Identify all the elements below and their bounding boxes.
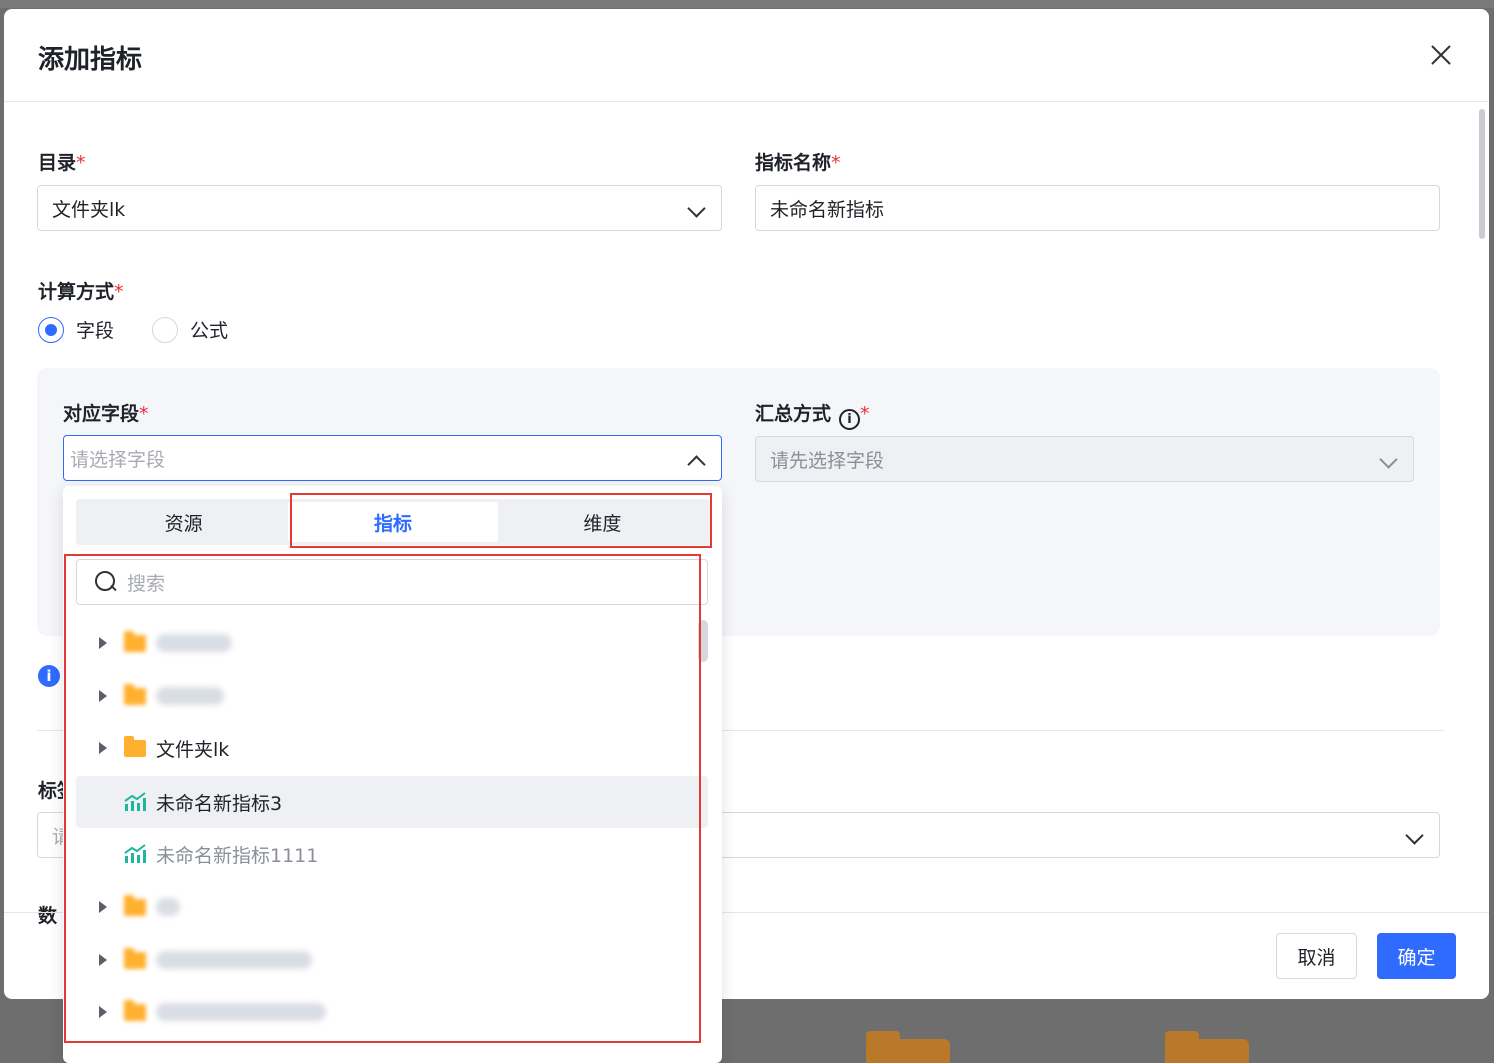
folder-icon	[124, 947, 146, 969]
radio-field-label[interactable]: 字段	[76, 316, 114, 343]
catalog-select[interactable]: 文件夹lk	[37, 185, 722, 231]
required-mark: *	[114, 281, 124, 303]
catalog-label-text: 目录	[38, 152, 77, 174]
aggregation-placeholder: 请先选择字段	[770, 449, 885, 472]
field-select[interactable]: 请选择字段	[63, 435, 722, 481]
chevron-down-icon	[1379, 450, 1398, 469]
field-dropdown: 资源 指标 维度 搜索 文件夹lk 未命名新指标3 未命名新指标1111	[63, 486, 722, 1063]
background-app	[0, 0, 1494, 8]
tree-metric-item[interactable]: 未命名新指标3	[76, 776, 708, 828]
metric-name-input[interactable]: 未命名新指标	[755, 185, 1440, 231]
metric-chart-icon	[124, 792, 146, 811]
search-input[interactable]: 搜索	[76, 559, 708, 605]
dialog-header: 添加指标	[4, 9, 1489, 102]
radio-formula[interactable]	[152, 316, 179, 343]
tree-folder-item[interactable]	[76, 617, 708, 669]
caret-right-icon[interactable]	[99, 690, 107, 702]
chevron-down-icon	[687, 199, 706, 218]
tree-item-label: 未命名新指标1111	[156, 844, 319, 867]
calc-method-label-text: 计算方式	[38, 281, 115, 303]
dialog-title: 添加指标	[38, 45, 143, 75]
tab-metric[interactable]: 指标	[288, 502, 498, 542]
folder-icon	[124, 999, 146, 1021]
caret-right-icon[interactable]	[99, 742, 107, 754]
metric-name-label-text: 指标名称	[755, 152, 832, 174]
folder-icon	[124, 683, 146, 705]
field-label: 对应字段*	[63, 399, 149, 426]
radio-field[interactable]	[38, 316, 64, 343]
catalog-label: 目录*	[38, 148, 86, 175]
metric-name-label: 指标名称*	[755, 148, 841, 175]
tree-item-label	[156, 898, 180, 916]
tree-folder-item[interactable]	[76, 670, 708, 722]
caret-right-icon[interactable]	[99, 901, 107, 913]
info-icon: i	[38, 665, 60, 687]
required-mark: *	[860, 403, 870, 425]
tree-item-label: 文件夹lk	[156, 738, 230, 761]
tree-folder-item[interactable]: 文件夹lk	[76, 722, 708, 774]
caret-right-icon[interactable]	[99, 637, 107, 649]
field-label-text: 对应字段	[63, 403, 140, 425]
ok-button[interactable]: 确定	[1377, 933, 1456, 979]
calc-method-radio-group: 字段 公式	[38, 316, 266, 343]
dialog-scrollbar[interactable]	[1479, 109, 1485, 239]
chevron-up-icon	[687, 455, 706, 474]
field-placeholder: 请选择字段	[70, 448, 166, 471]
chevron-down-icon	[1405, 826, 1424, 845]
folder-icon	[124, 630, 146, 652]
tree-metric-item: 未命名新指标1111	[76, 828, 708, 880]
tab-resource[interactable]: 资源	[79, 502, 288, 542]
tab-dimension[interactable]: 维度	[498, 502, 707, 542]
tree-folder-item[interactable]	[76, 881, 708, 933]
tree-item-label: 未命名新指标3	[156, 792, 283, 815]
caret-right-icon[interactable]	[99, 954, 107, 966]
info-icon[interactable]: i	[839, 409, 861, 430]
tree-item-label	[156, 634, 232, 652]
aggregation-label: 汇总方式 i *	[755, 399, 870, 430]
aggregation-select: 请先选择字段	[755, 436, 1414, 482]
close-icon[interactable]	[1427, 41, 1455, 69]
metric-chart-icon	[124, 844, 146, 863]
folder-icon	[124, 894, 146, 916]
required-mark: *	[139, 403, 149, 425]
background-folder-icon	[866, 1031, 950, 1063]
tree-item-label	[156, 951, 312, 969]
tree-folder-item[interactable]	[76, 934, 708, 986]
caret-right-icon[interactable]	[99, 1006, 107, 1018]
metric-name-value: 未命名新指标	[770, 198, 885, 221]
background-folder-icon	[1165, 1031, 1249, 1063]
tree-item-label	[156, 687, 224, 705]
folder-icon	[124, 735, 146, 757]
catalog-value: 文件夹lk	[52, 198, 126, 221]
tree-folder-item[interactable]	[76, 986, 708, 1038]
aggregation-label-text: 汇总方式	[755, 403, 832, 425]
tree-item-label	[156, 1003, 326, 1021]
source-tabs: 资源 指标 维度	[76, 499, 710, 545]
radio-formula-label[interactable]: 公式	[190, 316, 228, 343]
cancel-button[interactable]: 取消	[1276, 933, 1357, 979]
data-label: 数	[38, 905, 58, 927]
required-mark: *	[831, 152, 841, 174]
calc-method-label: 计算方式*	[38, 277, 124, 304]
required-mark: *	[76, 152, 86, 174]
search-icon	[95, 571, 117, 593]
search-placeholder: 搜索	[127, 572, 166, 595]
